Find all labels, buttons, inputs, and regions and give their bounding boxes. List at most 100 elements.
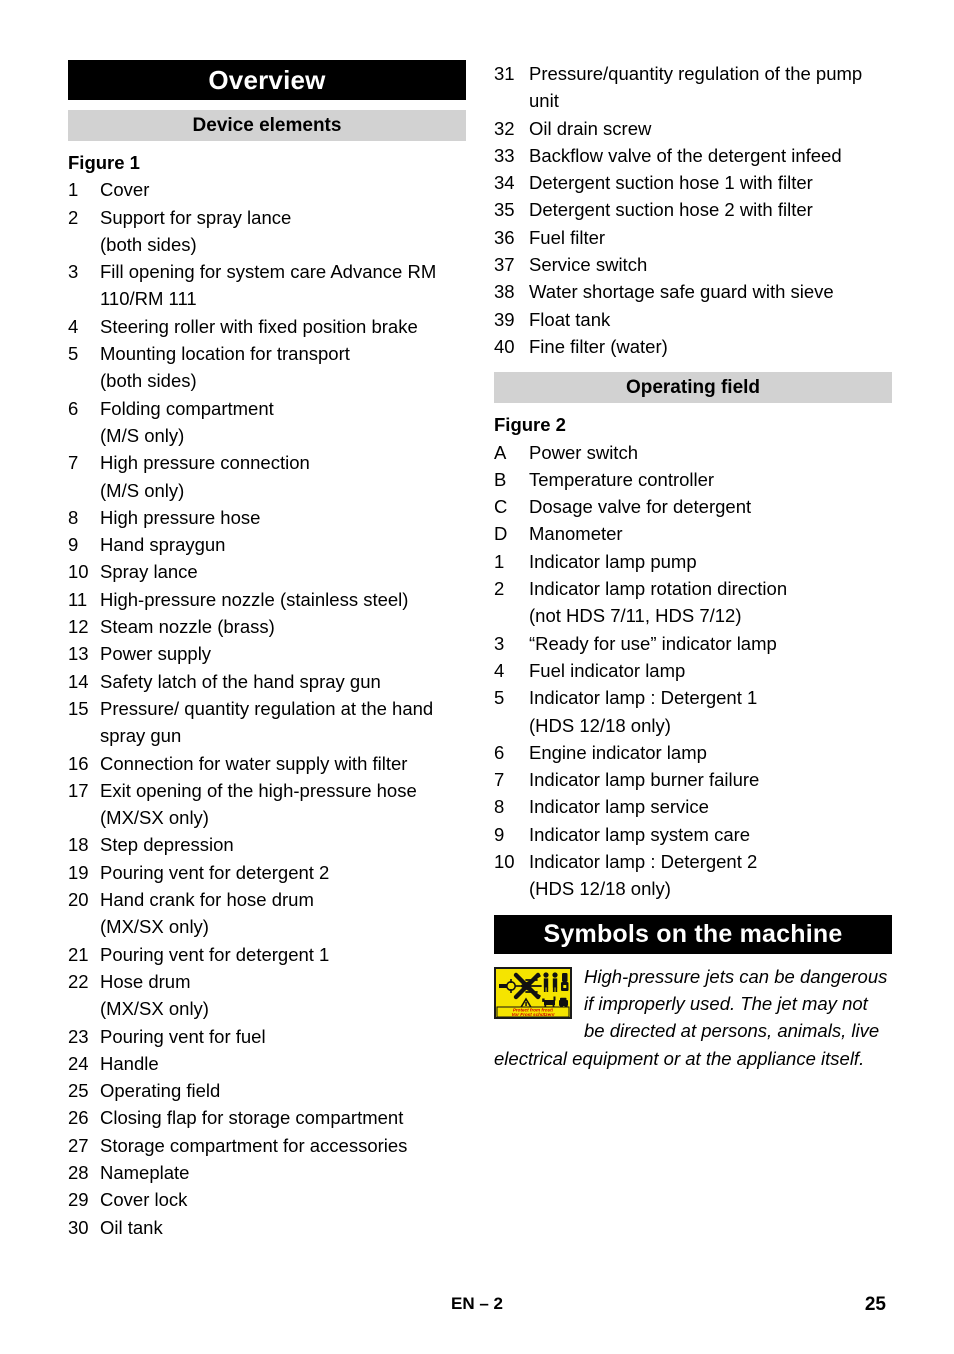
device-elements-list-continued: 31 Pressure/quantity regulation of the pu… [494, 60, 892, 360]
list-item-sublabel: (both sides) [100, 233, 197, 255]
list-item-number: 27 [68, 1134, 89, 1156]
list-item-label: Indicator lamp burner failure [529, 769, 760, 791]
list-item-label: Indicator lamp system care [529, 823, 751, 845]
list-item-label: Detergent suction hose 1 with filter [529, 172, 813, 194]
list-item: 15 Pressure/ quantity regulation at the h… [68, 695, 466, 750]
list-item-number: 7 [494, 769, 505, 791]
list-item-label: High pressure hose [100, 506, 261, 528]
list-item-sublabel: (M/S only) [100, 424, 185, 446]
list-item: 20 Hand crank for hose drum (MX/SX only) [68, 886, 466, 941]
list-item-label: Hand crank for hose drum (MX/SX only) [100, 886, 466, 941]
page-footer: EN – 2 25 [68, 1294, 886, 1318]
left-column: Overview Device elements Figure 1 1 Cover… [68, 60, 466, 1241]
list-item-number: 9 [494, 823, 505, 845]
list-item-label: Pressure/ quantity regulation at the han… [100, 697, 434, 747]
list-item-label: Power supply [100, 643, 212, 665]
list-item-number: 31 [494, 63, 515, 84]
list-item: 25 Operating field [68, 1077, 466, 1104]
list-item-number: 28 [68, 1161, 89, 1183]
section-heading-overview: Overview [68, 60, 466, 100]
list-item: 3 “Ready for use” indicator lamp [494, 630, 892, 657]
list-item-label: Support for spray lance (both sides) [100, 204, 466, 259]
list-item: 2 Indicator lamp rotation direction (not H… [494, 575, 892, 630]
list-item-label: Pouring vent for detergent 2 [100, 861, 330, 883]
list-item-number: 1 [68, 179, 79, 201]
high-pressure-jet-warning-sticker-icon: Protect from frost! Vor Frost schützen! [494, 966, 572, 1019]
list-item: 7 Indicator lamp burner failure [494, 766, 892, 793]
list-item-number: 5 [494, 687, 505, 709]
list-item: 23 Pouring vent for fuel [68, 1023, 466, 1050]
right-column: 31 Pressure/quantity regulation of the pu… [494, 60, 892, 1072]
list-item-number: 10 [68, 561, 89, 583]
list-item: A Power switch [494, 439, 892, 466]
list-item-label: Cover [100, 179, 150, 201]
list-item-number: 33 [494, 144, 515, 166]
list-item-sublabel: (not HDS 7/11, HDS 7/12) [529, 605, 742, 627]
list-item-number: 32 [494, 117, 515, 139]
list-item-label: Closing flap for storage compartment [100, 1107, 404, 1129]
list-item: 13 Power supply [68, 640, 466, 667]
list-item-number: 14 [68, 670, 89, 692]
list-item-sublabel: (both sides) [100, 370, 197, 392]
list-item-number: D [494, 523, 508, 545]
list-item-label: “Ready for use” indicator lamp [529, 632, 777, 654]
list-item-sublabel: (HDS 12/18 only) [529, 714, 671, 736]
list-item-number: 3 [68, 261, 79, 283]
list-item-number: 12 [68, 616, 89, 638]
list-item: 33 Backflow valve of the detergent infeed [494, 142, 892, 169]
subsection-heading-operating-field: Operating field [494, 372, 892, 404]
list-item: 5 Mounting location for transport (both si… [68, 340, 466, 395]
list-item-number: 37 [494, 254, 515, 276]
list-item-label: Fine filter (water) [529, 335, 668, 357]
list-item-number: 30 [68, 1216, 89, 1238]
list-item-label: Power switch [529, 441, 638, 463]
list-item-label: Fill opening for system care Advance RM … [100, 261, 437, 310]
list-item-number: C [494, 496, 508, 518]
operating-field-list: A Power switch B Temperature controller C Dos… [494, 439, 892, 903]
figure-label-1: Figure 1 [68, 152, 140, 173]
list-item-label: Mounting location for transport (both sid… [100, 340, 466, 395]
list-item-number: 4 [68, 315, 79, 337]
section-heading-symbols-on-the-machine: Symbols on the machine [494, 914, 892, 954]
list-item-number: 8 [494, 796, 505, 818]
list-item-number: 7 [68, 452, 79, 474]
list-item: 30 Oil tank [68, 1214, 466, 1241]
list-item-label: Service switch [529, 254, 648, 276]
list-item: 27 Storage compartment for accessories [68, 1132, 466, 1159]
list-item: 16 Connection for water supply with filte… [68, 750, 466, 777]
list-item: 19 Pouring vent for detergent 2 [68, 859, 466, 886]
list-item-label: Pressure/quantity regulation of the pump… [529, 63, 863, 112]
list-item-label: Steering roller with fixed position brak… [100, 315, 418, 337]
list-item: 24 Handle [68, 1050, 466, 1077]
list-item-number: 5 [68, 343, 79, 365]
list-item-label: Connection for water supply with filter [100, 752, 408, 774]
list-item-number: 36 [494, 226, 515, 248]
list-item-label: Engine indicator lamp [529, 741, 707, 763]
list-item-number: 40 [494, 335, 515, 357]
list-item-number: 26 [68, 1107, 89, 1129]
list-item-label: Temperature controller [529, 468, 715, 490]
list-item: 37 Service switch [494, 251, 892, 278]
list-item-label: Indicator lamp : Detergent 1 (HDS 12/18 o… [529, 684, 892, 739]
list-item-label: Storage compartment for accessories [100, 1134, 408, 1156]
list-item-number: 6 [68, 397, 79, 419]
list-item: C Dosage valve for detergent [494, 493, 892, 520]
list-item: 14 Safety latch of the hand spray gun [68, 668, 466, 695]
list-item-label: Operating field [100, 1080, 221, 1102]
list-item: 6 Folding compartment (M/S only) [68, 395, 466, 450]
list-item-label: Pouring vent for detergent 1 [100, 943, 330, 965]
list-item-label: Spray lance [100, 561, 198, 583]
list-item-number: 19 [68, 861, 89, 883]
list-item-label: Fuel indicator lamp [529, 659, 686, 681]
list-item: 7 High pressure connection (M/S only) [68, 449, 466, 504]
list-item-number: B [494, 468, 507, 490]
list-item: 34 Detergent suction hose 1 with filter [494, 169, 892, 196]
list-item: 8 High pressure hose [68, 504, 466, 531]
list-item-number: 24 [68, 1052, 89, 1074]
list-item: 5 Indicator lamp : Detergent 1 (HDS 12/18 … [494, 684, 892, 739]
list-item: D Manometer [494, 520, 892, 547]
list-item-number: 34 [494, 172, 515, 194]
